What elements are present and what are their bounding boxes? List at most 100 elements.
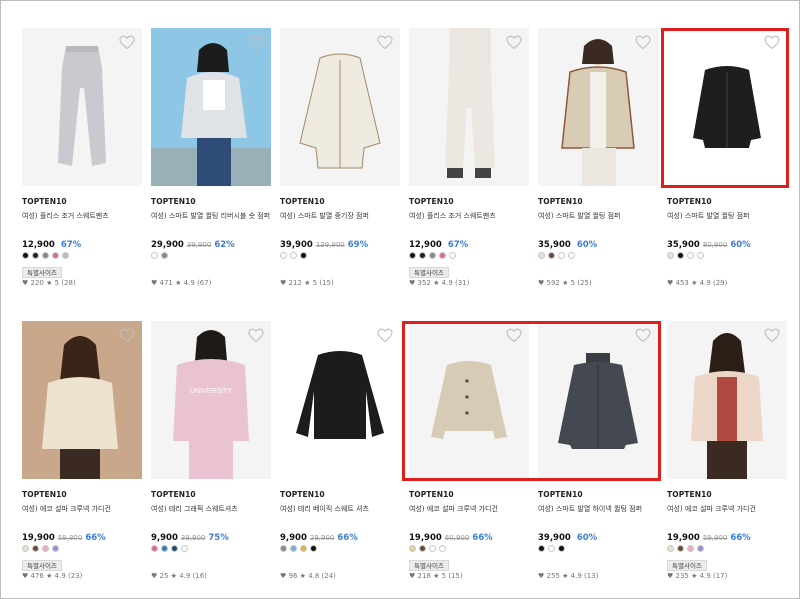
color-swatch[interactable]: [568, 252, 575, 259]
product-image[interactable]: [667, 321, 787, 479]
color-swatch[interactable]: [52, 252, 59, 259]
color-swatch[interactable]: [429, 545, 436, 552]
product-name[interactable]: 여성) 스마트 발열 퀼팅 점퍼: [538, 211, 658, 223]
color-swatch[interactable]: [697, 545, 704, 552]
price-line: 9,900 39,900 75%: [151, 525, 271, 543]
product-name[interactable]: 여성) 에코 설파 크루넥 가디건: [22, 504, 142, 516]
product-image[interactable]: UNIVERSITY: [151, 321, 271, 479]
sale-price: 12,900: [22, 240, 55, 250]
product-name[interactable]: 여성) 스마트 발열 하이넥 퀼팅 점퍼: [538, 504, 658, 516]
color-swatch[interactable]: [32, 545, 39, 552]
product-name[interactable]: 여성) 테리 베이직 스웨트 셔츠: [280, 504, 400, 516]
color-swatch[interactable]: [161, 545, 168, 552]
product-image[interactable]: [538, 28, 658, 186]
product-image[interactable]: [538, 321, 658, 479]
color-swatch[interactable]: [300, 252, 307, 259]
heart-outline-icon[interactable]: [119, 35, 135, 50]
product-name[interactable]: 여성) 플리스 조거 스웨트팬츠: [409, 211, 529, 223]
color-swatch[interactable]: [538, 545, 545, 552]
heart-outline-icon[interactable]: [506, 328, 522, 343]
color-swatch[interactable]: [22, 252, 29, 259]
color-swatch[interactable]: [439, 545, 446, 552]
color-swatch[interactable]: [42, 252, 49, 259]
color-swatch[interactable]: [409, 252, 416, 259]
heart-outline-icon[interactable]: [248, 328, 264, 343]
color-swatch[interactable]: [667, 545, 674, 552]
product-image[interactable]: [280, 321, 400, 479]
product-name[interactable]: 여성) 스마트 발열 중기장 점퍼: [280, 211, 400, 223]
color-swatch[interactable]: [677, 545, 684, 552]
color-swatch[interactable]: [419, 545, 426, 552]
color-swatch[interactable]: [409, 545, 416, 552]
product-image[interactable]: [22, 321, 142, 479]
color-swatch[interactable]: [310, 545, 317, 552]
color-swatch[interactable]: [439, 252, 446, 259]
heart-outline-icon[interactable]: [635, 328, 651, 343]
product-image[interactable]: [151, 28, 271, 186]
color-swatch[interactable]: [429, 252, 436, 259]
product-card-black-sweatshirt[interactable]: TOPTEN10 여성) 테리 베이직 스웨트 셔츠 9,900 29,900 66…: [280, 321, 400, 582]
product-card-charcoal-highneck-quilted-jacket[interactable]: TOPTEN10 여성) 스마트 발열 하이넥 퀼팅 점퍼 39,900 60% …: [538, 321, 658, 582]
product-card-model-quilted-reversible-jacket[interactable]: TOPTEN10 여성) 스마트 발열 퀼팅 리버시블 숏 점퍼 29,900 3…: [151, 28, 271, 289]
model-fleece-cardigan-pink-image: [667, 321, 787, 479]
color-swatch[interactable]: [52, 545, 59, 552]
color-swatch[interactable]: [687, 252, 694, 259]
color-swatch[interactable]: [181, 545, 188, 552]
color-swatch[interactable]: [697, 252, 704, 259]
color-swatch[interactable]: [558, 545, 565, 552]
heart-outline-icon[interactable]: [506, 35, 522, 50]
product-name[interactable]: 여성) 플리스 조거 스웨트팬츠: [22, 211, 142, 223]
heart-outline-icon[interactable]: [635, 35, 651, 50]
heart-outline-icon[interactable]: [119, 328, 135, 343]
heart-outline-icon[interactable]: [377, 35, 393, 50]
color-swatches: [538, 252, 658, 260]
product-image[interactable]: [280, 28, 400, 186]
color-swatch[interactable]: [280, 252, 287, 259]
heart-outline-icon[interactable]: [764, 328, 780, 343]
color-swatch[interactable]: [22, 545, 29, 552]
product-card-grey-jogger-pants[interactable]: TOPTEN10 여성) 플리스 조거 스웨트팬츠 12,900 67% 특별사이…: [22, 28, 142, 289]
product-name[interactable]: 여성) 스마트 발열 퀼팅 리버시블 숏 점퍼: [151, 211, 271, 223]
color-swatch[interactable]: [171, 545, 178, 552]
product-image[interactable]: [22, 28, 142, 186]
product-card-black-quilted-jacket[interactable]: TOPTEN10 여성) 스마트 발열 퀼팅 점퍼 35,900 80,900 60…: [667, 28, 787, 289]
color-swatch[interactable]: [538, 252, 545, 259]
product-name[interactable]: 여성) 스마트 발열 퀼팅 점퍼: [667, 211, 787, 223]
badge-slot: 특별사이즈: [22, 553, 142, 571]
product-card-beige-crop-cardigan[interactable]: TOPTEN10 여성) 에코 설파 크루넥 가디건 19,900 60,900 6…: [409, 321, 529, 582]
product-card-model-fleece-cardigan-pink[interactable]: TOPTEN10 여성) 에코 설파 크루넥 가디건 19,900 59,900 6…: [667, 321, 787, 582]
color-swatch[interactable]: [42, 545, 49, 552]
product-image[interactable]: [409, 321, 529, 479]
heart-outline-icon[interactable]: [377, 328, 393, 343]
color-swatch[interactable]: [548, 252, 555, 259]
color-swatch[interactable]: [161, 252, 168, 259]
color-swatch[interactable]: [300, 545, 307, 552]
color-swatch[interactable]: [32, 252, 39, 259]
product-image[interactable]: [409, 28, 529, 186]
color-swatch[interactable]: [290, 252, 297, 259]
product-card-model-ivory-jogger-pants[interactable]: TOPTEN10 여성) 플리스 조거 스웨트팬츠 12,900 67% 특별사이…: [409, 28, 529, 289]
badge-slot: [667, 260, 787, 275]
product-card-model-fleece-cardigan-cream[interactable]: TOPTEN10 여성) 에코 설파 크루넥 가디건 19,900 59,900 6…: [22, 321, 142, 582]
product-name[interactable]: 여성) 테리 그래픽 스웨트셔츠: [151, 504, 271, 516]
color-swatch[interactable]: [419, 252, 426, 259]
product-name[interactable]: 여성) 에코 설파 크루넥 가디건: [409, 504, 529, 516]
product-card-ivory-quilted-long-jacket[interactable]: TOPTEN10 여성) 스마트 발열 중기장 점퍼 39,900 129,900…: [280, 28, 400, 289]
color-swatch[interactable]: [151, 252, 158, 259]
product-card-model-pink-sweatshirt[interactable]: UNIVERSITY TOPTEN10 여성) 테리 그래픽 스웨트셔츠 9,9…: [151, 321, 271, 582]
heart-outline-icon[interactable]: [248, 35, 264, 50]
product-name[interactable]: 여성) 에코 설파 크루넥 가디건: [667, 504, 787, 516]
color-swatch[interactable]: [677, 252, 684, 259]
color-swatch[interactable]: [548, 545, 555, 552]
color-swatch[interactable]: [687, 545, 694, 552]
heart-outline-icon[interactable]: [764, 35, 780, 50]
color-swatch[interactable]: [667, 252, 674, 259]
color-swatch[interactable]: [280, 545, 287, 552]
color-swatch[interactable]: [290, 545, 297, 552]
color-swatch[interactable]: [449, 252, 456, 259]
color-swatch[interactable]: [558, 252, 565, 259]
product-card-model-beige-quilted-jacket[interactable]: TOPTEN10 여성) 스마트 발열 퀼팅 점퍼 35,900 60% ♥ 59…: [538, 28, 658, 289]
product-image[interactable]: [667, 28, 787, 186]
color-swatch[interactable]: [62, 252, 69, 259]
color-swatch[interactable]: [151, 545, 158, 552]
